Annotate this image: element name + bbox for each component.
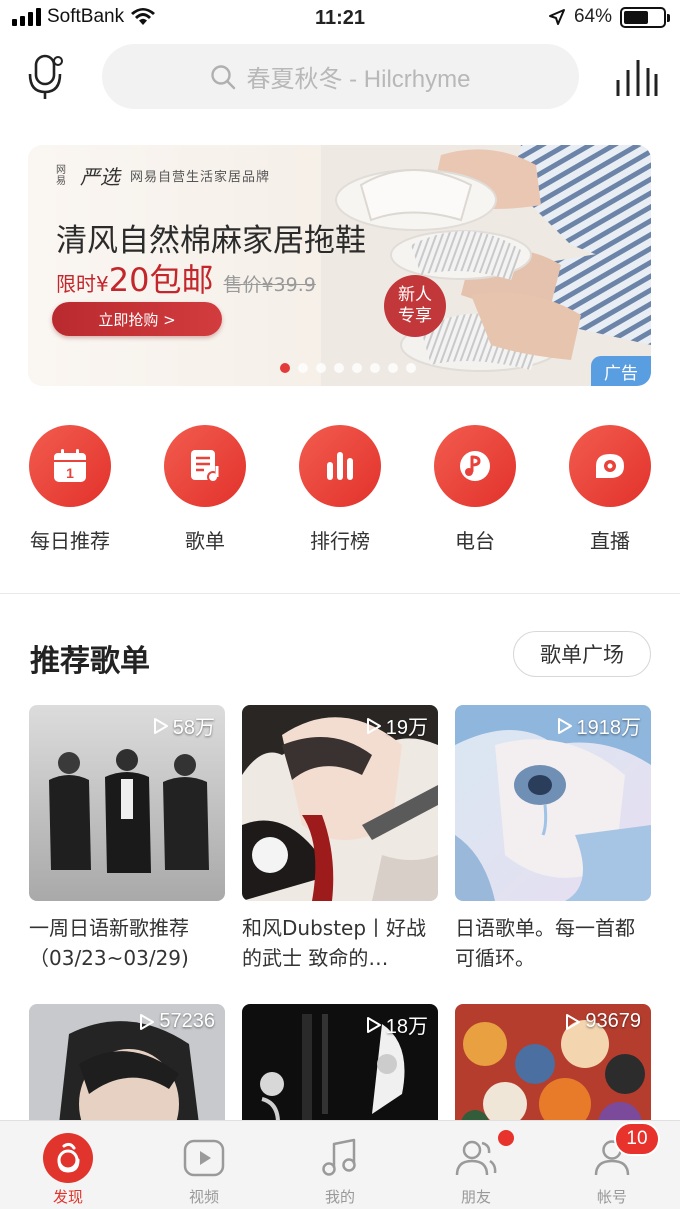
playlist-square-button[interactable]: 歌单广场 bbox=[513, 631, 651, 677]
section-title: 推荐歌单 bbox=[30, 644, 150, 679]
play-count: 18万 bbox=[366, 1010, 428, 1039]
nav-live[interactable]: 直播 bbox=[550, 425, 670, 554]
brand-tagline: 网易自营生活家居品牌 bbox=[130, 170, 271, 185]
play-count: 58万 bbox=[153, 711, 215, 740]
brand-logo: 网易 严选 网易自营生活家居品牌 bbox=[56, 161, 270, 190]
play-count: 19万 bbox=[366, 711, 428, 740]
playlist-title: 和风Dubstep丨好战的武士 致命的… bbox=[242, 916, 427, 970]
friends-notification-dot bbox=[496, 1128, 516, 1148]
banner-title: 清风自然棉麻家居拖鞋 bbox=[56, 223, 366, 259]
play-count: 57236 bbox=[139, 1010, 215, 1033]
play-icon bbox=[153, 717, 168, 734]
playlist-cover: 58万 bbox=[29, 705, 225, 901]
friends-icon bbox=[450, 1132, 502, 1184]
tab-friends[interactable]: 朋友 bbox=[408, 1121, 544, 1209]
tab-label: 朋友 bbox=[460, 1188, 491, 1206]
nav-radio[interactable]: 电台 bbox=[415, 425, 535, 554]
music-note-icon bbox=[314, 1132, 366, 1184]
nav-circle bbox=[164, 425, 246, 507]
equalizer-icon[interactable] bbox=[614, 58, 658, 98]
new-user-badge: 新人专享 bbox=[384, 275, 446, 337]
nav-circle bbox=[299, 425, 381, 507]
carousel-dots[interactable] bbox=[280, 363, 416, 373]
nav-circle: 1 bbox=[29, 425, 111, 507]
play-count: 93679 bbox=[565, 1010, 641, 1033]
search-placeholder: 春夏秋冬 - Hilcrhyme bbox=[246, 66, 471, 93]
divider bbox=[0, 593, 680, 594]
carousel-dot[interactable] bbox=[334, 363, 344, 373]
carousel-dot[interactable] bbox=[316, 363, 326, 373]
tab-account[interactable]: 帐号 bbox=[544, 1121, 680, 1209]
live-icon bbox=[596, 454, 624, 478]
video-icon bbox=[178, 1132, 230, 1184]
status-bar: SoftBank 11:21 64% bbox=[0, 0, 680, 38]
nav-label: 电台 bbox=[455, 529, 495, 553]
carousel-dot[interactable] bbox=[406, 363, 416, 373]
nav-label: 歌单 bbox=[185, 529, 225, 553]
playlist-icon bbox=[191, 450, 219, 483]
calendar-icon: 1 bbox=[54, 449, 86, 482]
play-icon bbox=[366, 1016, 381, 1033]
account-notification-badge: 10 bbox=[614, 1122, 660, 1156]
play-icon bbox=[557, 717, 572, 734]
playlist-title: 日语歌单。每一首都可循环。 bbox=[455, 916, 635, 970]
ad-tag: 广告 bbox=[591, 356, 651, 386]
playlist-title: 一周日语新歌推荐（03/23~03/29) bbox=[29, 916, 189, 970]
nav-label: 排行榜 bbox=[310, 529, 370, 553]
deal-price: 限时¥20包邮 bbox=[56, 261, 214, 299]
nav-label: 每日推荐 bbox=[30, 529, 110, 553]
mic-icon[interactable] bbox=[28, 54, 68, 100]
nav-circle bbox=[434, 425, 516, 507]
playlist-cover: 19万 bbox=[242, 705, 438, 901]
playlist-card[interactable]: 19万 和风Dubstep丨好战的武士 致命的… bbox=[242, 705, 438, 973]
nav-playlist[interactable]: 歌单 bbox=[145, 425, 265, 554]
nav-circle bbox=[569, 425, 651, 507]
nav-daily-recommend[interactable]: 1 每日推荐 bbox=[10, 425, 130, 554]
carousel-dot[interactable] bbox=[280, 363, 290, 373]
play-icon bbox=[566, 1013, 581, 1030]
brand-small: 网易 bbox=[56, 164, 66, 187]
play-count: 1918万 bbox=[557, 711, 641, 740]
battery-percent: 64% bbox=[573, 6, 612, 27]
discover-icon bbox=[42, 1132, 94, 1184]
carousel-dot[interactable] bbox=[298, 363, 308, 373]
tab-video[interactable]: 视频 bbox=[136, 1121, 272, 1209]
quick-nav: 1 每日推荐 歌单 排行榜 电台 直播 bbox=[0, 425, 680, 555]
status-right: 64% bbox=[548, 6, 670, 28]
search-icon bbox=[211, 64, 236, 89]
chart-bars-icon bbox=[327, 452, 353, 480]
carousel-dot[interactable] bbox=[352, 363, 362, 373]
tab-label: 帐号 bbox=[596, 1188, 627, 1206]
nav-charts[interactable]: 排行榜 bbox=[280, 425, 400, 554]
slippers-photo bbox=[321, 145, 651, 386]
tab-label: 我的 bbox=[324, 1188, 355, 1206]
bottom-tab-bar: 发现 视频 我的 朋友 帐号 bbox=[0, 1120, 680, 1209]
tab-discover[interactable]: 发现 bbox=[0, 1121, 136, 1209]
svg-text:1: 1 bbox=[66, 465, 74, 481]
location-arrow-icon bbox=[548, 9, 565, 25]
tab-mine[interactable]: 我的 bbox=[272, 1121, 408, 1209]
old-price: 售价¥39.9 bbox=[223, 274, 316, 296]
play-icon bbox=[140, 1013, 155, 1030]
carousel-dot[interactable] bbox=[370, 363, 380, 373]
promo-banner[interactable]: 网易 严选 网易自营生活家居品牌 清风自然棉麻家居拖鞋 限时¥20包邮 售价¥3… bbox=[28, 145, 651, 386]
search-bar[interactable]: 春夏秋冬 - Hilcrhyme bbox=[102, 44, 579, 109]
playlist-card[interactable]: 1918万 日语歌单。每一首都可循环。 bbox=[455, 705, 651, 973]
battery-icon bbox=[620, 6, 670, 28]
playlist-cover: 1918万 bbox=[455, 705, 651, 901]
radio-icon bbox=[460, 451, 490, 481]
carousel-dot[interactable] bbox=[388, 363, 398, 373]
tab-label: 发现 bbox=[52, 1188, 83, 1206]
brand-name: 严选 bbox=[80, 165, 120, 189]
playlist-card[interactable]: 58万 一周日语新歌推荐（03/23~03/29) bbox=[29, 705, 225, 973]
tab-label: 视频 bbox=[188, 1188, 219, 1206]
buy-now-button[interactable]: 立即抢购 > bbox=[52, 302, 222, 336]
play-icon bbox=[366, 717, 381, 734]
banner-price: 限时¥20包邮 售价¥39.9 bbox=[56, 255, 316, 301]
nav-label: 直播 bbox=[590, 529, 630, 553]
